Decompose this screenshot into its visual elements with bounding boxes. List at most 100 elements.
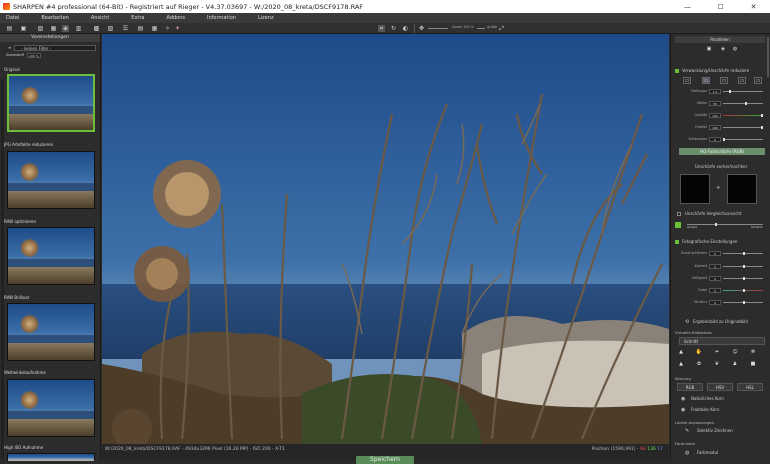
batch-icon[interactable]: ▧ [37, 25, 44, 32]
slider-klarheit[interactable]: Klarheit 0 [673, 264, 767, 269]
grid-icon[interactable]: ▦ [151, 25, 158, 32]
landscape-icon[interactable]: ▲ [677, 361, 685, 368]
presets-header: Voreinstellungen [0, 34, 100, 42]
filter-icon: ≡ [8, 45, 12, 50]
orig-compare-button[interactable]: Ergebnisbild zu Originalbild [693, 319, 748, 324]
blur-section-title: Verwacklung/Unschärfe reduziere [682, 68, 750, 73]
blur-type-icon[interactable]: ▭ [720, 77, 728, 84]
leaf-icon[interactable]: ❦ [713, 361, 721, 368]
window-controls: — ☐ ✕ [671, 0, 770, 13]
hand-icon[interactable]: ✥ [418, 25, 425, 32]
link-icon[interactable]: ⟲ [685, 319, 689, 325]
filter-select[interactable]: - keinen Filter - [14, 44, 96, 51]
menu-extra[interactable]: Extra [131, 15, 144, 21]
slider-farbe[interactable]: Farbe 0 [673, 288, 767, 293]
slider-farbfall[interactable]: Farbfall 100 [673, 125, 767, 130]
save-icon[interactable]: ▣ [20, 25, 27, 32]
crosshair-icon[interactable]: ✛ [716, 185, 720, 191]
photo-section-checkbox[interactable] [675, 240, 679, 244]
settings-icon[interactable]: ▩ [93, 25, 100, 32]
mode-rgb-button[interactable]: RGB [677, 383, 703, 391]
close-button[interactable]: ✕ [737, 0, 770, 13]
frame-track[interactable] [477, 28, 485, 29]
hq-color-sharpness-button[interactable]: HQ-Farbschärfe (RGB) [679, 148, 765, 155]
blur-type-icon[interactable]: ▭ [702, 77, 710, 84]
zoom-value: 100 % [463, 25, 475, 29]
zoom-label: Zoom [452, 25, 463, 29]
copy-icon[interactable]: ▤ [137, 25, 144, 32]
color-module-button[interactable]: Farbmodul [697, 450, 718, 455]
compare-toggle[interactable] [675, 222, 681, 228]
camera-icon[interactable]: ▣ [705, 46, 713, 53]
bird-icon[interactable]: ❧ [713, 349, 721, 356]
blur-type-icon[interactable]: ▭ [738, 77, 746, 84]
slider-helligkeit[interactable]: Helligkeit 0 [673, 276, 767, 281]
tool-icon[interactable]: ◈ [62, 25, 69, 32]
maximize-button[interactable]: ☐ [704, 0, 737, 13]
zoom-row-value[interactable]: 100 % [26, 52, 41, 58]
slider-qualitaet[interactable]: Qualität 100 [673, 113, 767, 118]
gear-icon[interactable]: ✻ [749, 349, 757, 356]
menu-information[interactable]: Information [207, 15, 236, 21]
menu-datei[interactable]: Datei [6, 15, 19, 21]
compare-left-label: Ansatz [687, 225, 698, 229]
compare-icon[interactable]: ◐ [402, 25, 409, 32]
sharpen-mode-icon[interactable]: ◈ [719, 46, 727, 53]
slider-radius[interactable]: Radius/px 1.5 [673, 89, 767, 94]
blur-section-checkbox[interactable] [675, 69, 679, 73]
preset-thumb-raw-opt[interactable] [7, 227, 95, 285]
print-icon[interactable]: ▦ [50, 25, 57, 32]
save-button[interactable]: Speichern [356, 456, 414, 464]
fit-icon[interactable]: ⤢ [498, 25, 505, 32]
zoom-row-label: Zoomstuff [6, 53, 24, 57]
slider-dunst[interactable]: Dunst entfernen 0 [673, 251, 767, 256]
main-image-canvas[interactable] [102, 34, 669, 444]
preset-thumb-weitwinkel[interactable] [7, 379, 95, 437]
list-icon[interactable]: ☰ [122, 25, 129, 32]
menu-lizenz[interactable]: Lizenz [258, 15, 274, 21]
export-icon[interactable]: ▥ [75, 25, 82, 32]
selective-draw-button[interactable]: Selektiv Zeichnen [697, 428, 733, 433]
wand-icon[interactable]: ✧ [164, 25, 171, 32]
flower-icon[interactable]: ✿ [695, 361, 703, 368]
compare-checkbox[interactable] [677, 212, 681, 216]
preset-thumb-original[interactable] [7, 74, 95, 132]
magic-icon[interactable]: ✦ [174, 25, 181, 32]
crop-icon[interactable]: ⌗ [378, 25, 385, 32]
face-icon[interactable]: ☺ [731, 349, 739, 356]
toolbar-separator [414, 24, 415, 33]
preset-thumb-raw-brillanz[interactable] [7, 303, 95, 361]
preset-label: High ISO Aufnahme [4, 445, 44, 450]
frame-label: größe [487, 25, 498, 29]
presets-scrollbar[interactable] [1, 79, 4, 459]
person-icon[interactable]: ♟ [731, 361, 739, 368]
slider-schwarzton[interactable]: Schwarzton 0 [673, 137, 767, 142]
red-value: 93 [640, 447, 646, 452]
denoise-mode-icon[interactable]: ◍ [731, 46, 739, 53]
grain-section-title: Körnung [675, 376, 691, 381]
mode-hsl-button[interactable]: HSL [737, 383, 763, 391]
rotate-icon[interactable]: ↻ [390, 25, 397, 32]
menu-addons[interactable]: Addons [167, 15, 186, 21]
square-icon[interactable]: ■ [749, 361, 757, 368]
minimize-button[interactable]: — [671, 0, 704, 13]
zoom-track[interactable] [428, 28, 448, 29]
mode-hsv-button[interactable]: HSV [707, 383, 733, 391]
menu-ansicht[interactable]: Ansicht [91, 15, 109, 21]
info-icon[interactable]: ▨ [107, 25, 114, 32]
mountain-icon[interactable]: ▲ [677, 349, 685, 356]
slider-struktur[interactable]: Struktur 0 [673, 300, 767, 305]
settings-scrollbar[interactable] [767, 37, 769, 77]
grain-fractal-button[interactable]: Fraktales Korn [691, 407, 719, 412]
blur-type-icon[interactable]: ▭ [754, 77, 762, 84]
palette-icon: ◍ [685, 450, 690, 456]
open-file-icon[interactable]: ▤ [6, 25, 13, 32]
grain-natural-button[interactable]: Natürliches Korn [691, 396, 724, 401]
slider-staerke[interactable]: Stärke 55 [673, 101, 767, 106]
menu-bearbeiten[interactable]: Bearbeiten [41, 15, 68, 21]
blur-type-icon[interactable]: ▭ [683, 77, 691, 84]
hand-icon[interactable]: ✋ [695, 349, 703, 356]
preset-select[interactable]: Schnitt [679, 337, 765, 345]
preset-thumb-jpg[interactable] [7, 151, 95, 209]
preset-thumb-high-iso[interactable] [7, 453, 95, 461]
